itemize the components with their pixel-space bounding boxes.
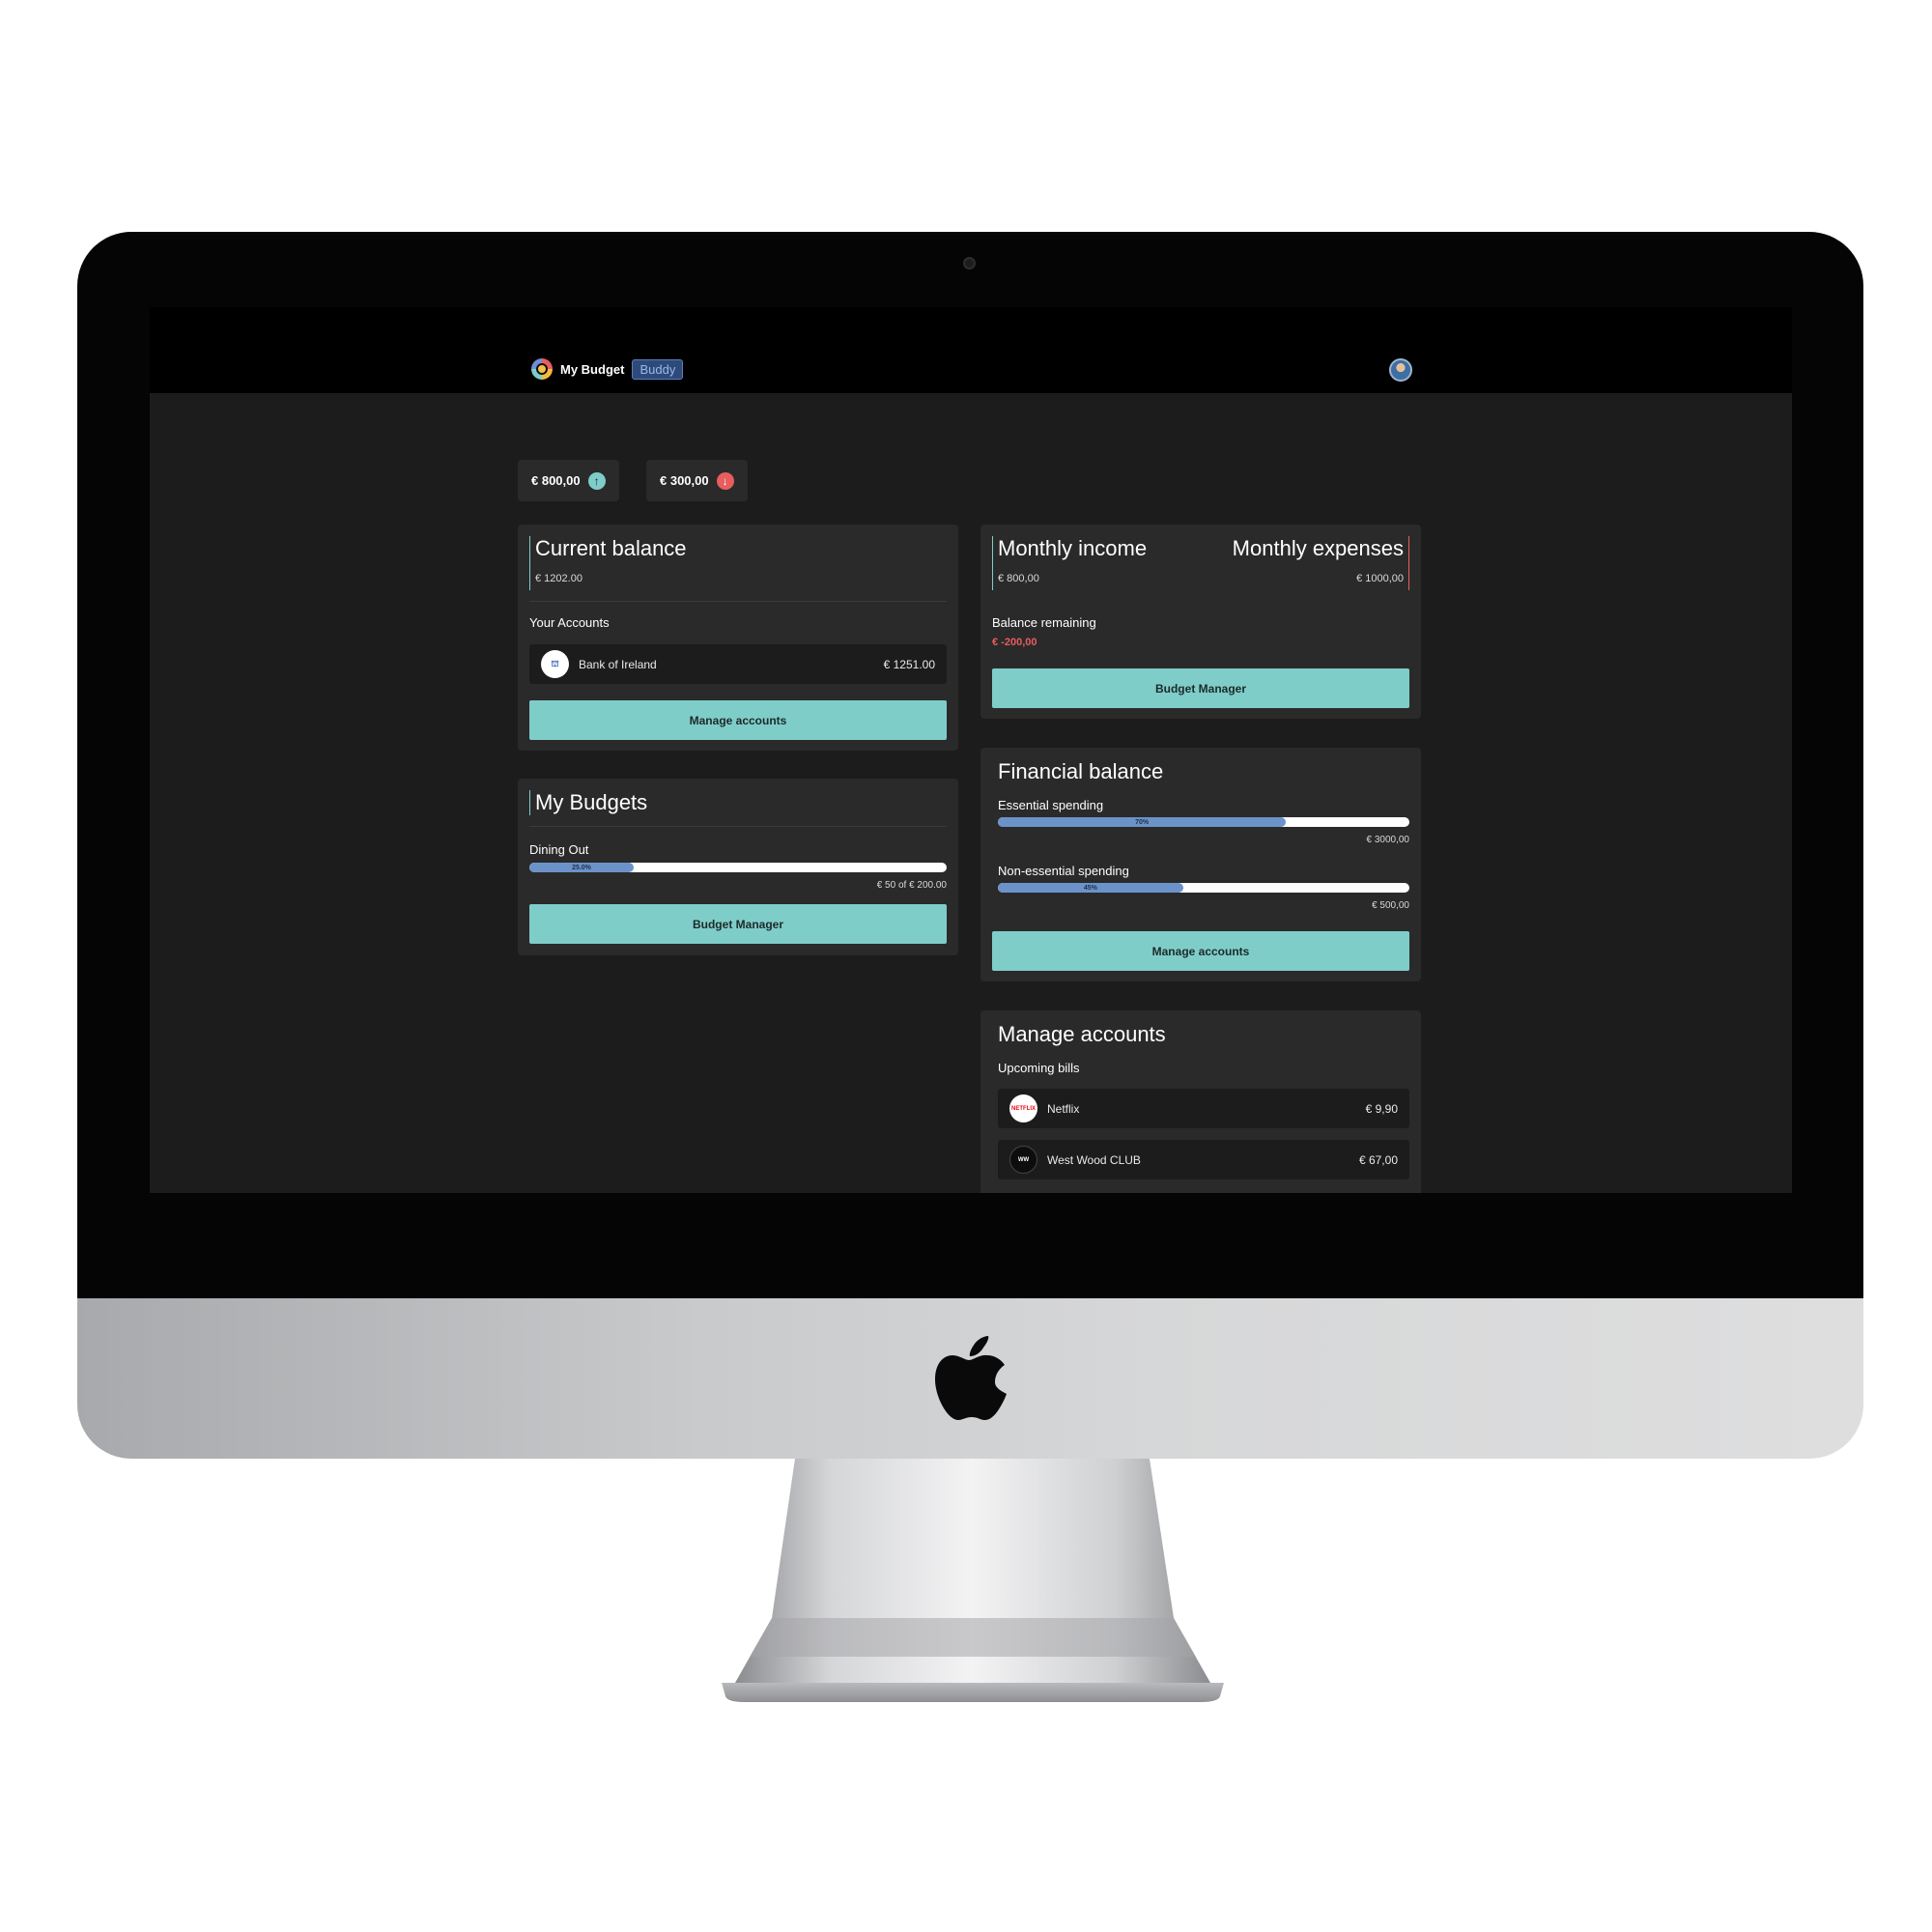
card-title: My Budgets (529, 790, 647, 815)
current-balance-header: Current balance € 1202.00 (529, 536, 687, 590)
essential-amount: € 3000,00 (1366, 835, 1410, 845)
manage-accounts-button[interactable]: Manage accounts (529, 700, 947, 740)
dashboard: € 800,00 ↑ € 300,00 ↓ Current balance € … (150, 393, 1792, 1193)
monitor-stand (722, 1459, 1224, 1702)
bill-name: Netflix (1047, 1101, 1080, 1116)
card-title: Manage accounts (998, 1022, 1166, 1046)
monthly-income: Monthly income € 800,00 (992, 536, 1147, 590)
essential-progress-bar: 70% (998, 817, 1409, 827)
budget-progress-bar: 25.0% (529, 863, 947, 872)
my-budgets-card: My Budgets Dining Out 25.0% € 50 of € 20… (518, 779, 958, 955)
screen-bottom-border (150, 1193, 1792, 1233)
budget-progress-fill: 25.0% (529, 863, 634, 872)
budget-manager-button[interactable]: Budget Manager (992, 668, 1409, 708)
account-amount: € 1251.00 (883, 657, 935, 671)
monthly-income-title: Monthly income (998, 536, 1148, 560)
monthly-expenses-title: Monthly expenses (1232, 536, 1404, 560)
expense-chip: € 300,00 ↓ (646, 460, 748, 501)
west-wood-club-logo-icon: WW (1009, 1146, 1037, 1174)
divider (529, 601, 947, 602)
bill-name: West Wood CLUB (1047, 1152, 1141, 1167)
balance-remaining-amount: € -200,00 (992, 637, 1037, 648)
upcoming-bills-label: Upcoming bills (998, 1061, 1080, 1075)
card-title: Current balance (535, 536, 687, 560)
upcoming-bills-card: Manage accounts Upcoming bills NETFLIX N… (980, 1010, 1421, 1193)
non-essential-spending-label: Non-essential spending (998, 864, 1129, 878)
non-essential-progress-fill: 45% (998, 883, 1183, 893)
card-title: Financial balance (998, 759, 1164, 783)
user-avatar-icon[interactable] (1389, 358, 1412, 382)
income-chip-amount: € 800,00 (531, 473, 581, 488)
budget-manager-button[interactable]: Budget Manager (529, 904, 947, 944)
netflix-logo-icon: NETFLIX (1009, 1094, 1037, 1122)
current-balance-amount: € 1202.00 (535, 573, 582, 584)
apple-logo-icon (935, 1336, 1007, 1420)
balance-remaining-label: Balance remaining (992, 615, 1096, 630)
non-essential-amount: € 500,00 (1372, 900, 1409, 911)
manage-accounts-button[interactable]: Manage accounts (992, 931, 1409, 971)
money-bag-icon (531, 358, 553, 380)
bank-of-ireland-logo-icon: ⛫ (541, 650, 569, 678)
monthly-income-amount: € 800,00 (998, 573, 1039, 584)
brand-badge: Buddy (632, 358, 684, 380)
account-row[interactable]: ⛫ Bank of Ireland € 1251.00 (529, 644, 947, 684)
monthly-card: Monthly income € 800,00 Monthly expenses… (980, 525, 1421, 719)
bill-row[interactable]: WW West Wood CLUB € 67,00 (998, 1140, 1409, 1179)
divider (529, 826, 947, 827)
current-balance-card: Current balance € 1202.00 Your Accounts … (518, 525, 958, 751)
brand[interactable]: My Budget Buddy (531, 358, 684, 380)
your-accounts-label: Your Accounts (529, 615, 610, 630)
bill-amount: € 9,90 (1365, 1101, 1398, 1116)
arrow-up-icon: ↑ (587, 471, 606, 490)
budget-caption: € 50 of € 200.00 (876, 880, 947, 891)
non-essential-progress-bar: 45% (998, 883, 1409, 893)
expense-chip-amount: € 300,00 (660, 473, 709, 488)
camera-icon (963, 257, 976, 270)
essential-progress-fill: 70% (998, 817, 1287, 827)
financial-balance-card: Financial balance Essential spending 70%… (980, 748, 1421, 981)
navbar: My Budget Buddy (150, 307, 1792, 393)
essential-spending-label: Essential spending (998, 798, 1104, 812)
arrow-down-icon: ↓ (716, 471, 734, 490)
bill-row[interactable]: NETFLIX Netflix € 9,90 (998, 1089, 1409, 1128)
monthly-expenses-amount: € 1000,00 (1356, 573, 1404, 584)
screen: My Budget Buddy € 800,00 ↑ € 300,00 ↓ Cu… (150, 307, 1792, 1233)
bill-amount: € 67,00 (1358, 1152, 1398, 1167)
budget-name: Dining Out (529, 842, 589, 857)
monthly-expenses: Monthly expenses € 1000,00 (1233, 536, 1409, 590)
brand-name: My Budget (560, 361, 625, 377)
account-name: Bank of Ireland (579, 657, 657, 671)
income-chip: € 800,00 ↑ (518, 460, 619, 501)
